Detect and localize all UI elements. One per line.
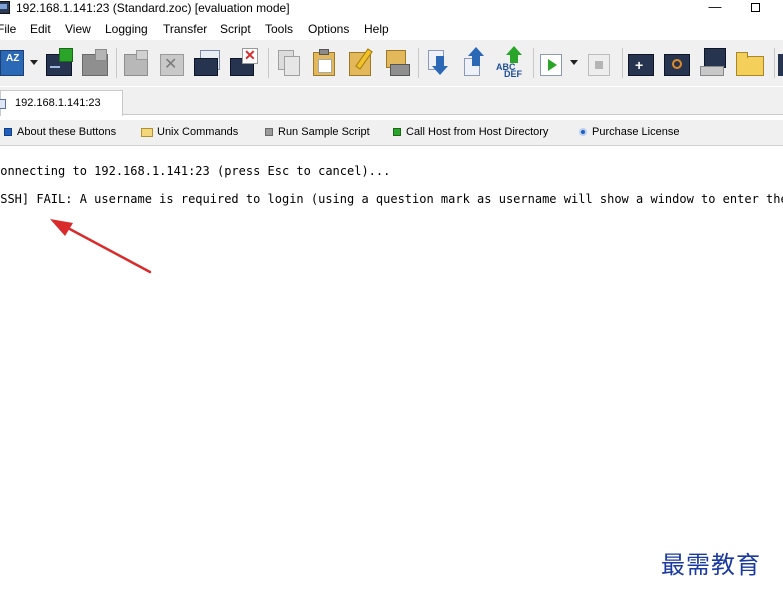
- menu-options[interactable]: Options: [308, 22, 349, 36]
- toolbar-separator: [418, 48, 419, 78]
- session-gray-icon[interactable]: [82, 46, 112, 78]
- menu-script[interactable]: Script: [220, 22, 251, 36]
- toolbar-separator: [533, 48, 534, 78]
- minimize-button[interactable]: —: [695, 0, 735, 18]
- call-host-label: Call Host from Host Directory: [406, 126, 549, 138]
- spellcheck-label-bottom: DEF: [504, 69, 522, 79]
- copy-icon[interactable]: [274, 46, 304, 78]
- purchase-license-label: Purchase License: [592, 126, 680, 138]
- session-x-icon[interactable]: ✕: [230, 46, 260, 78]
- session-copy-icon[interactable]: [194, 46, 224, 78]
- about-buttons-label: About these Buttons: [17, 126, 117, 138]
- session-tab-icon: [0, 99, 6, 109]
- title-bar: 192.168.1.141:23 (Standard.zoc) [evaluat…: [0, 0, 783, 18]
- session-disconnect-icon[interactable]: [122, 46, 152, 78]
- run-sample-script-label: Run Sample Script: [278, 126, 370, 138]
- toolbar-separator: [268, 48, 269, 78]
- menu-bar: File Edit View Logging Transfer Script T…: [0, 19, 783, 39]
- annotation-arrow: [50, 219, 152, 274]
- menu-logging[interactable]: Logging: [105, 22, 148, 36]
- green-square-icon: [393, 128, 401, 136]
- print-icon[interactable]: [382, 46, 412, 78]
- menu-help[interactable]: Help: [364, 22, 389, 36]
- tab-strip: 192.168.1.141:23: [0, 87, 783, 116]
- download-icon[interactable]: [424, 46, 454, 78]
- watermark: 最需教育: [661, 551, 761, 579]
- run-script-icon[interactable]: [538, 46, 568, 78]
- user-button-bar: About these Buttons Unix Commands Run Sa…: [0, 120, 783, 146]
- spellcheck-icon[interactable]: ABC DEF: [496, 46, 526, 79]
- host-directory-icon[interactable]: +: [628, 46, 658, 78]
- menu-file[interactable]: File: [0, 22, 16, 36]
- sort-dropdown-icon[interactable]: [30, 60, 38, 65]
- run-script-dropdown-icon[interactable]: [570, 60, 578, 65]
- maximize-button[interactable]: [735, 0, 775, 18]
- menu-tools[interactable]: Tools: [265, 22, 293, 36]
- gray-square-icon: [265, 128, 273, 136]
- server-icon[interactable]: [700, 46, 730, 78]
- new-session-icon[interactable]: [46, 46, 76, 78]
- toolbar-overflow-icon[interactable]: [778, 46, 783, 78]
- sort-az-icon[interactable]: AZ: [0, 46, 30, 78]
- unix-commands-label: Unix Commands: [157, 126, 239, 138]
- arrow-head: [50, 219, 73, 236]
- bullet-icon: [579, 128, 587, 136]
- upload-icon[interactable]: [460, 46, 490, 78]
- stop-icon[interactable]: [586, 46, 616, 78]
- crosshair-icon[interactable]: [664, 46, 694, 78]
- toolbar-separator: [774, 48, 775, 78]
- toolbar-separator: [622, 48, 623, 78]
- session-close-icon[interactable]: ✕: [158, 46, 188, 78]
- app-icon: [0, 1, 10, 14]
- folder-icon[interactable]: [736, 46, 766, 78]
- menu-view[interactable]: View: [65, 22, 91, 36]
- arrow-shaft: [64, 225, 152, 274]
- menu-edit[interactable]: Edit: [30, 22, 51, 36]
- sort-az-label: AZ: [6, 53, 20, 64]
- window-title: 192.168.1.141:23 (Standard.zoc) [evaluat…: [16, 1, 290, 15]
- maximize-icon: [750, 3, 760, 12]
- toolbar: AZ ✕ ✕ ABC DEF +: [0, 40, 783, 86]
- edit-icon[interactable]: [346, 46, 376, 78]
- paste-icon[interactable]: [310, 46, 340, 78]
- folder-icon: [141, 128, 153, 137]
- tab-label: 192.168.1.141:23: [15, 97, 101, 109]
- menu-transfer[interactable]: Transfer: [163, 22, 207, 36]
- tab-session[interactable]: 192.168.1.141:23: [0, 90, 123, 116]
- info-square-icon: [4, 128, 12, 136]
- toolbar-separator: [116, 48, 117, 78]
